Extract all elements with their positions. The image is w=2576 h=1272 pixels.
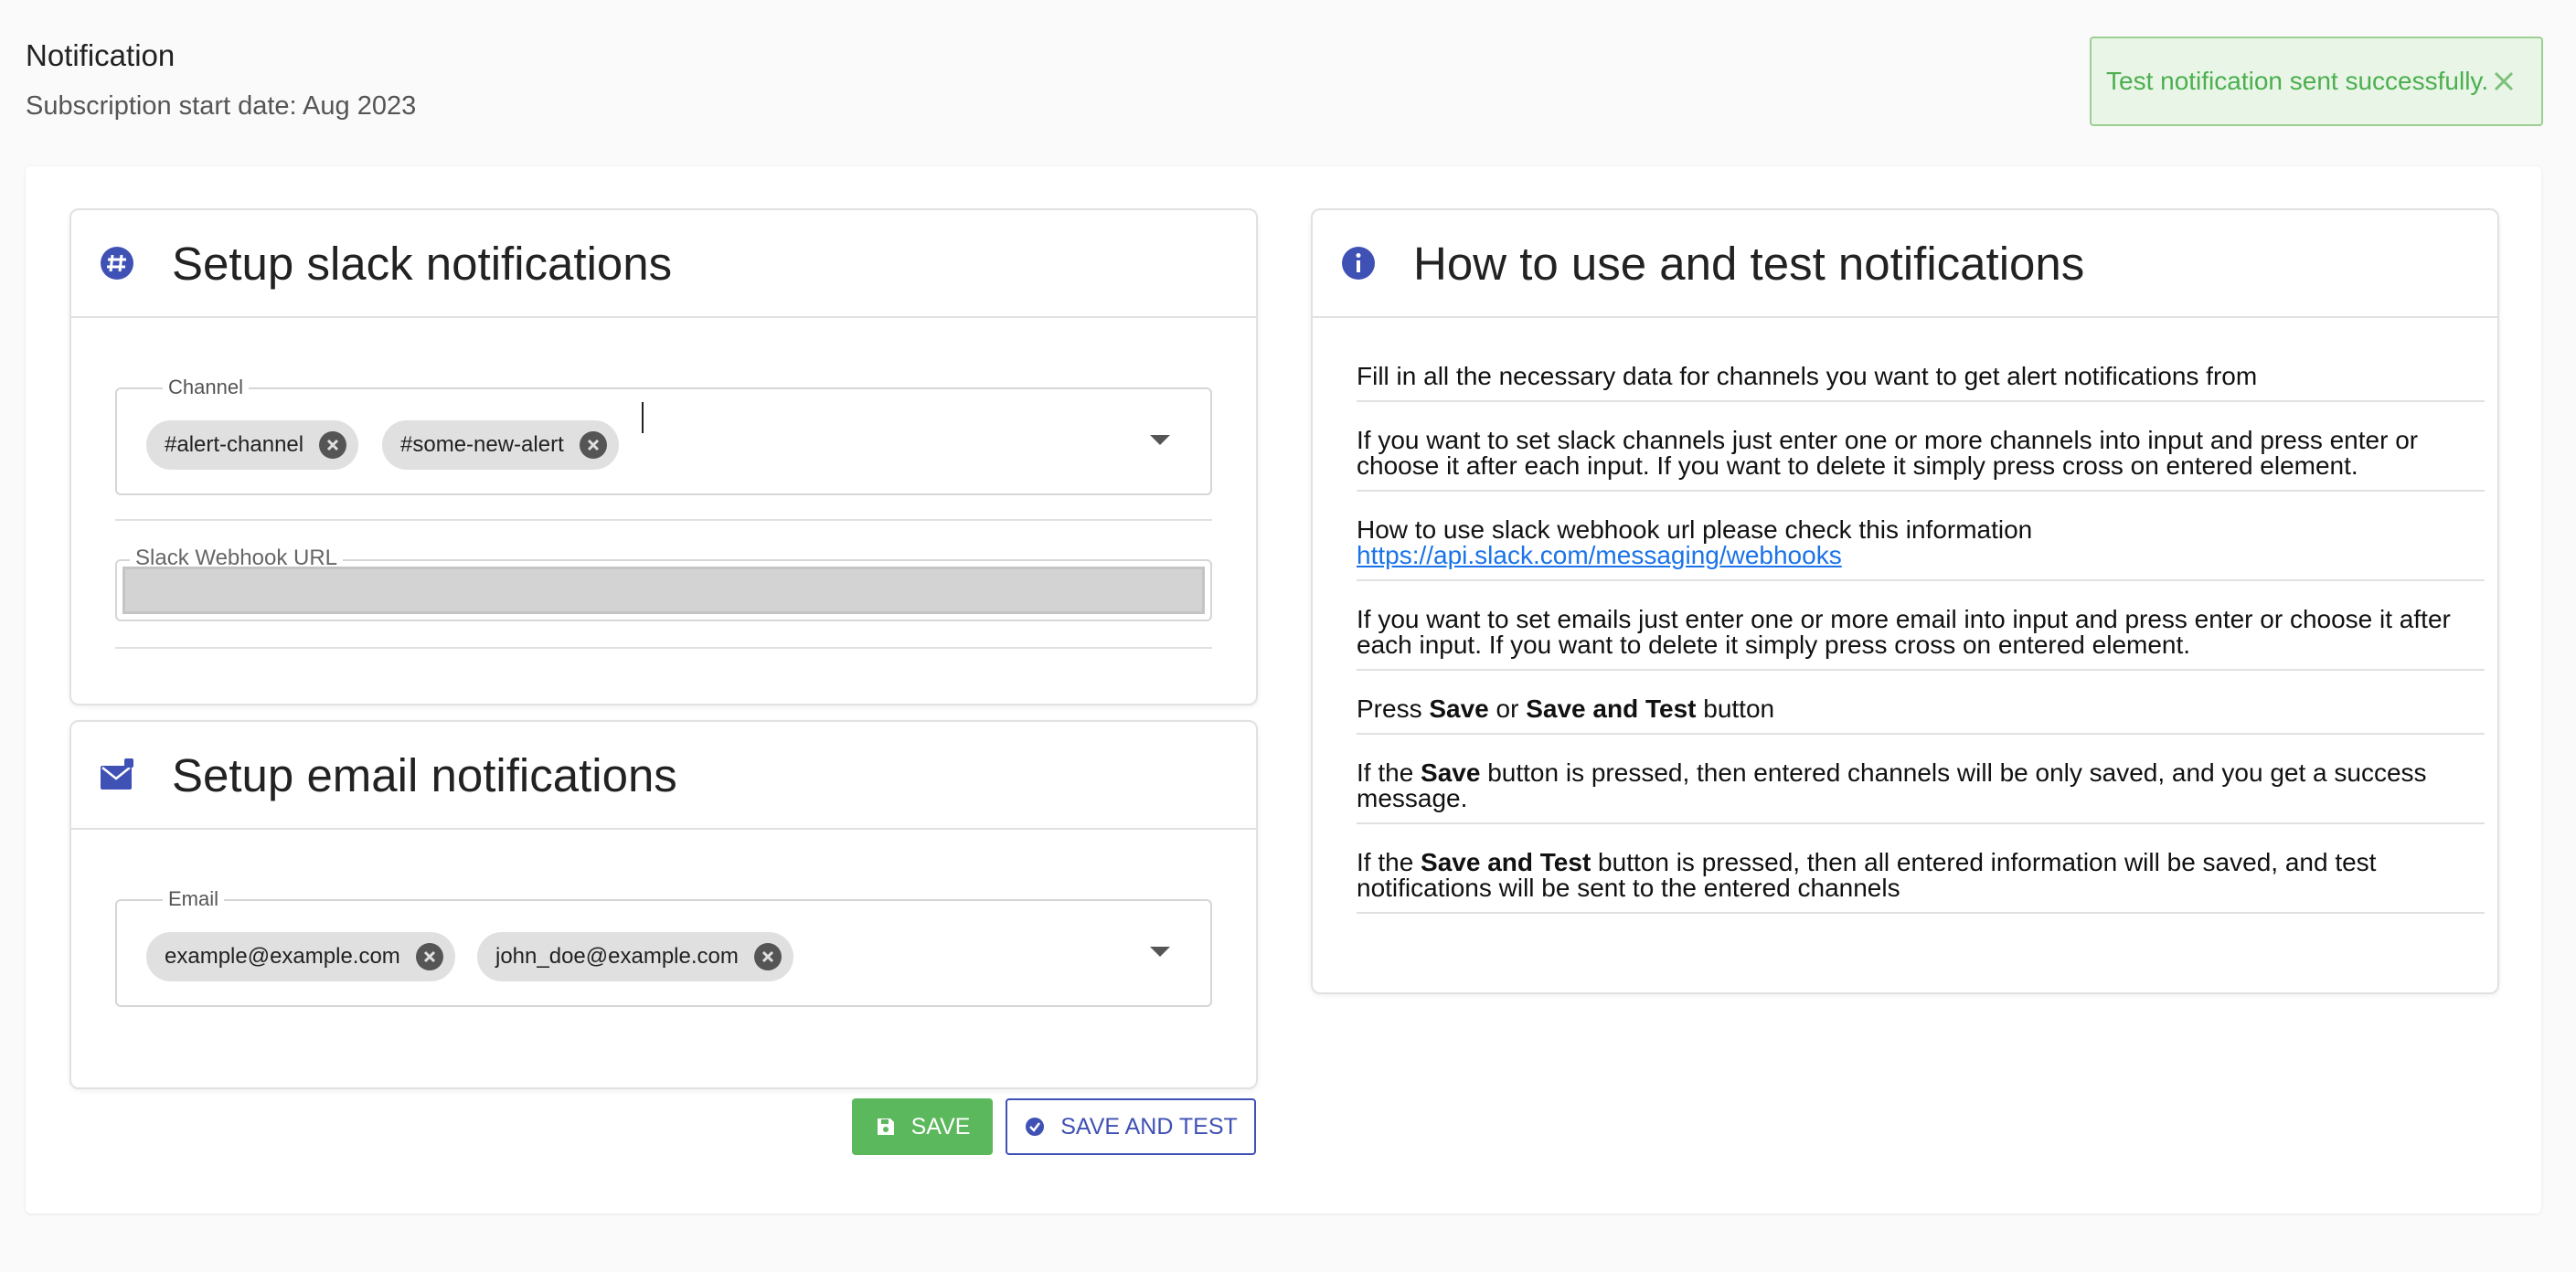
webhook-input[interactable] xyxy=(122,567,1205,614)
page-title: Notification xyxy=(26,38,176,72)
slack-card: Setup slack notifications Channel #alert… xyxy=(69,208,1258,705)
info-text: If the xyxy=(1357,848,1421,876)
channel-field[interactable]: Channel #alert-channel #some-new-alert xyxy=(115,376,1212,495)
floppy-icon xyxy=(877,1118,894,1135)
info-item: If you want to set emails just enter one… xyxy=(1357,607,2485,671)
divider xyxy=(115,519,1212,521)
info-card-title: How to use and test notifications xyxy=(1413,237,2085,290)
email-label: Email xyxy=(163,887,225,911)
email-card-header: Setup email notifications xyxy=(71,722,1256,830)
chip-remove-icon[interactable] xyxy=(579,430,608,460)
channel-chip: #alert-channel xyxy=(146,420,359,470)
chip-label: #alert-channel xyxy=(165,432,304,457)
save-and-test-label: SAVE AND TEST xyxy=(1060,1113,1238,1140)
chip-label: example@example.com xyxy=(165,944,400,969)
channel-label: Channel xyxy=(163,376,249,399)
save-button-label: SAVE xyxy=(910,1113,971,1140)
toast-message: Test notification sent successfully. xyxy=(2106,67,2489,95)
page-header: Notification Subscription start date: Au… xyxy=(26,38,416,122)
save-button[interactable]: SAVE xyxy=(852,1098,993,1155)
chip-remove-icon[interactable] xyxy=(318,430,347,460)
email-field[interactable]: Email example@example.com john_doe@examp… xyxy=(115,887,1212,1007)
info-item: Press Save or Save and Test button xyxy=(1357,696,2485,735)
info-bold: Save and Test xyxy=(1421,848,1591,876)
info-card-header: How to use and test notifications xyxy=(1313,210,2497,318)
info-text: Fill in all the necessary data for chann… xyxy=(1357,362,2258,390)
info-item: If the Save button is pressed, then ente… xyxy=(1357,760,2485,824)
main-panel: Setup slack notifications Channel #alert… xyxy=(26,166,2541,1214)
webhook-field[interactable]: Slack Webhook URL xyxy=(115,546,1212,621)
chip-remove-icon[interactable] xyxy=(415,942,444,971)
mail-icon xyxy=(101,758,133,790)
email-card-title: Setup email notifications xyxy=(172,748,677,801)
email-card: Setup email notifications Email example@… xyxy=(69,720,1258,1089)
info-item: If the Save and Test button is pressed, … xyxy=(1357,850,2485,914)
chevron-down-icon[interactable] xyxy=(1150,435,1170,445)
info-text: or xyxy=(1488,694,1527,723)
info-item: How to use slack webhook url please chec… xyxy=(1357,517,2485,581)
subscription-date: Subscription start date: Aug 2023 xyxy=(26,91,417,121)
info-list: Fill in all the necessary data for chann… xyxy=(1357,364,2485,939)
info-text: button xyxy=(1696,694,1775,723)
webhooks-link[interactable]: https://api.slack.com/messaging/webhooks xyxy=(1357,541,1842,569)
slack-icon xyxy=(101,247,133,280)
info-card: How to use and test notifications Fill i… xyxy=(1311,208,2499,994)
info-item: Fill in all the necessary data for chann… xyxy=(1357,364,2485,402)
info-text: How to use slack webhook url please chec… xyxy=(1357,515,2033,544)
info-text: If you want to set slack channels just e… xyxy=(1357,426,2419,480)
divider xyxy=(115,647,1212,649)
channel-chip: #some-new-alert xyxy=(382,420,619,470)
text-cursor xyxy=(642,402,644,433)
save-and-test-button[interactable]: SAVE AND TEST xyxy=(1006,1098,1256,1155)
info-item: If you want to set slack channels just e… xyxy=(1357,428,2485,492)
chip-label: john_doe@example.com xyxy=(495,944,739,969)
chevron-down-icon[interactable] xyxy=(1150,947,1170,957)
check-circle-icon xyxy=(1026,1118,1045,1136)
info-text: button is pressed, then entered channels… xyxy=(1357,758,2427,812)
success-toast: Test notification sent successfully. xyxy=(2090,37,2543,126)
info-text: If the xyxy=(1357,758,1421,787)
email-chip: example@example.com xyxy=(146,932,455,981)
info-bold: Save and Test xyxy=(1526,694,1697,723)
slack-card-title: Setup slack notifications xyxy=(172,237,673,290)
info-bold: Save xyxy=(1421,758,1481,787)
info-text: Press xyxy=(1357,694,1430,723)
email-chip: john_doe@example.com xyxy=(477,932,793,981)
close-icon[interactable] xyxy=(2490,68,2517,95)
chip-remove-icon[interactable] xyxy=(753,942,782,971)
slack-card-header: Setup slack notifications xyxy=(71,210,1256,318)
info-text: If you want to set emails just enter one… xyxy=(1357,605,2451,659)
chip-label: #some-new-alert xyxy=(400,432,564,457)
info-icon xyxy=(1342,247,1375,280)
info-bold: Save xyxy=(1429,694,1489,723)
